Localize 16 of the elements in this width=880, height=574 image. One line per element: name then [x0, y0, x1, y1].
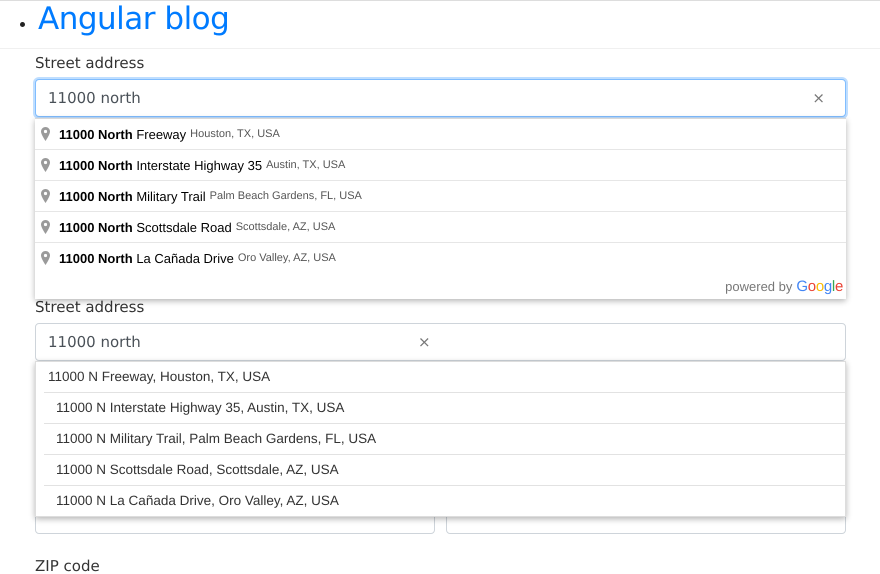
suggestion-location: Houston, TX, USA — [190, 128, 280, 140]
suggestion-location: Austin, TX, USA — [266, 159, 346, 171]
field-label: ZIP code — [35, 556, 101, 574]
field-label: Street address — [35, 297, 146, 317]
suggestion-location: Oro Valley, AZ, USA — [238, 252, 336, 264]
field-label: Street address — [35, 53, 146, 73]
suggestion-text: 11000 North La Cañada Drive — [59, 250, 234, 266]
suggestion-text: 11000 North Freeway — [59, 126, 186, 142]
attribution-text: powered by — [725, 278, 792, 294]
suggestion-location: Palm Beach Gardens, FL, USA — [210, 190, 362, 202]
suggestion-location: Scottsdale, AZ, USA — [236, 221, 336, 233]
suggestion-text: 11000 North Scottsdale Road — [59, 220, 232, 234]
google-logo: Google — [796, 278, 843, 294]
blog-title: Angular blog — [38, 1, 230, 37]
suggestion-text: 11000 North Military Trail — [59, 188, 206, 204]
suggestion-text: 11000 North Interstate Highway 35 — [59, 158, 262, 172]
